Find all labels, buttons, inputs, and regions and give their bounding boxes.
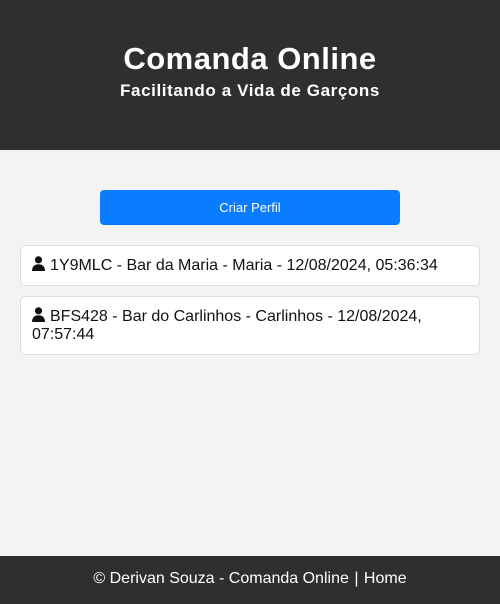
create-profile-button[interactable]: Criar Perfil xyxy=(100,190,400,225)
profile-label: 1Y9MLC - Bar da Maria - Maria - 12/08/20… xyxy=(50,257,438,274)
app-subtitle: Facilitando a Vida de Garçons xyxy=(120,81,380,100)
footer-credit: © Derivan Souza - Comanda Online xyxy=(93,570,349,587)
profile-label: BFS428 - Bar do Carlinhos - Carlinhos - … xyxy=(32,308,422,343)
site-footer: © Derivan Souza - Comanda Online | Home xyxy=(0,556,500,604)
page: Comanda Online Facilitando a Vida de Gar… xyxy=(0,0,500,604)
user-icon xyxy=(32,256,45,271)
profile-list-item[interactable]: 1Y9MLC - Bar da Maria - Maria - 12/08/20… xyxy=(20,245,480,286)
footer-home-link[interactable]: Home xyxy=(364,570,407,587)
app-title: Comanda Online xyxy=(123,41,377,76)
user-icon xyxy=(32,307,45,322)
site-header: Comanda Online Facilitando a Vida de Gar… xyxy=(0,0,500,150)
profile-list-item[interactable]: BFS428 - Bar do Carlinhos - Carlinhos - … xyxy=(20,296,480,355)
footer-separator: | xyxy=(354,570,359,587)
profile-list: 1Y9MLC - Bar da Maria - Maria - 12/08/20… xyxy=(20,245,480,365)
main-content: Criar Perfil 1Y9MLC - Bar da Maria - Mar… xyxy=(0,150,500,556)
